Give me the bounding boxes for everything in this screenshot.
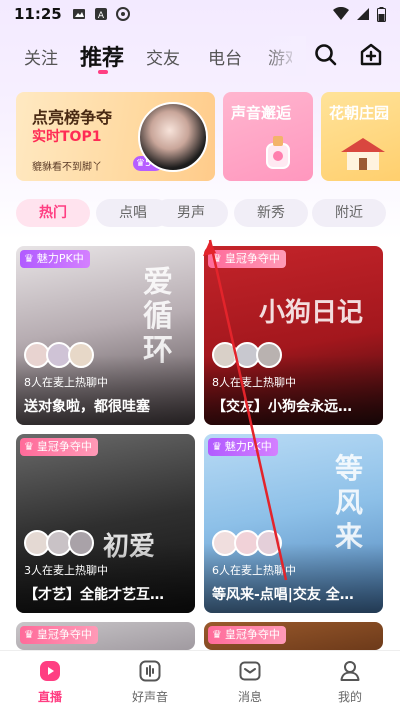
crown-icon: ♛ — [24, 252, 34, 265]
crown-icon: ♛ — [24, 440, 34, 453]
tab-radio[interactable]: 电台 — [208, 44, 242, 69]
image-notification-icon — [72, 9, 85, 19]
room-title: 等风来-点唱|交友 全… — [212, 587, 354, 603]
chip-hot[interactable]: 热门 — [16, 199, 90, 227]
banner-avatar — [138, 102, 208, 172]
banner-title: 点亮榜争夺 — [32, 108, 113, 127]
voice-encounter-title: 声音邂逅 — [231, 104, 292, 122]
crown-icon: ♛ — [24, 628, 34, 641]
room-art-title: 爱循环 — [143, 265, 173, 368]
tabs-fade — [262, 36, 306, 76]
room-card[interactable]: 小狗日记 ♛ 皇冠争夺中 8人在麦上热聊中 【交友】小狗会永远… — [204, 246, 383, 425]
ranking-banner[interactable]: 点亮榜争夺 实时TOP1 貔貅看不到脚丫 ♛54 — [16, 92, 215, 181]
tab-recommend[interactable]: 推荐 — [80, 40, 124, 72]
room-card[interactable]: 等风来 ♛ 魅力PK中 6人在麦上热聊中 等风来-点唱|交友 全… — [204, 434, 383, 613]
chip-nearby[interactable]: 附近 — [312, 199, 386, 227]
room-art-title: 小狗日记 — [258, 298, 363, 328]
badge-label: 魅力PK中 — [36, 252, 84, 265]
top-nav: 关注 推荐 交友 电台 游戏 — [0, 36, 400, 76]
sync-notification-icon — [115, 7, 130, 21]
tab-label: 好声音 — [131, 690, 168, 704]
badge-label: 魅力PK中 — [224, 440, 272, 453]
wifi-icon — [333, 7, 349, 20]
mic-count: 6人在麦上热聊中 — [212, 564, 296, 577]
room-title: 【交友】小狗会永远… — [212, 399, 352, 415]
mic-count: 8人在麦上热聊中 — [24, 376, 108, 389]
status-time: 11:25 — [14, 5, 62, 23]
room-card[interactable]: ♛ 皇冠争夺中 — [16, 622, 195, 650]
tab-follow[interactable]: 关注 — [24, 44, 58, 69]
room-title: 【才艺】全能才艺互… — [24, 587, 164, 603]
pk-status-badge: ♛ 魅力PK中 — [20, 250, 90, 268]
manor-icon — [341, 138, 385, 170]
banner-user-name: 貔貅看不到脚丫 — [32, 162, 102, 173]
badge-label: 皇冠争夺中 — [36, 440, 92, 453]
crown-status-badge: ♛ 皇冠争夺中 — [208, 250, 286, 268]
bottom-tab-bar: 直播 好声音 消息 我的 — [0, 650, 400, 711]
active-tab-indicator — [98, 70, 108, 74]
app-notification-icon: A — [94, 8, 107, 21]
signal-icon — [357, 8, 369, 20]
avatar — [256, 342, 282, 368]
avatar — [68, 342, 94, 368]
badge-label: 皇冠争夺中 — [224, 628, 280, 641]
chip-new-star[interactable]: 新秀 — [234, 199, 308, 227]
room-card[interactable]: 爱循环 ♛ 魅力PK中 8人在麦上热聊中 送对象啦，都很哇塞 — [16, 246, 195, 425]
avatar — [256, 530, 282, 556]
voice-wave-icon — [139, 660, 161, 682]
filter-chips: 热门 点唱 男声 新秀 附近 — [16, 199, 400, 229]
tab-live[interactable]: 直播 — [10, 659, 90, 705]
voice-encounter-card[interactable]: 声音邂逅 — [223, 92, 313, 181]
message-icon — [239, 661, 261, 681]
room-card[interactable]: 初爱 ♛皇冠争夺中 3人在麦上热聊中 【才艺】全能才艺互… — [16, 434, 195, 613]
badge-label: 皇冠争夺中 — [36, 628, 92, 641]
tab-messages[interactable]: 消息 — [210, 659, 290, 705]
flower-manor-title: 花朝庄园 — [329, 104, 390, 122]
profile-icon — [340, 661, 360, 681]
pk-status-badge: ♛ 魅力PK中 — [208, 438, 278, 456]
crown-status-badge: ♛ 皇冠争夺中 — [20, 626, 98, 644]
flower-manor-card[interactable]: 花朝庄园 — [321, 92, 400, 181]
mic-count: 3人在麦上热聊中 — [24, 564, 108, 577]
crown-icon: ♛ — [212, 252, 222, 265]
room-art-title: 等风来 — [335, 452, 364, 553]
tab-label: 直播 — [37, 690, 62, 704]
add-room-icon[interactable] — [358, 42, 384, 68]
battery-icon — [377, 6, 386, 22]
tab-label: 消息 — [237, 690, 262, 704]
search-icon[interactable] — [313, 42, 339, 68]
badge-label: 皇冠争夺中 — [224, 252, 280, 265]
bottle-icon — [266, 136, 290, 169]
status-bar: 11:25 A — [0, 0, 400, 28]
avatar — [68, 530, 94, 556]
room-card[interactable]: ♛ 皇冠争夺中 — [204, 622, 383, 650]
room-title: 送对象啦，都很哇塞 — [24, 399, 150, 415]
tab-make-friends[interactable]: 交友 — [146, 44, 180, 69]
chip-male-voice[interactable]: 男声 — [154, 199, 228, 227]
svg-text:A: A — [98, 11, 105, 21]
tab-mine[interactable]: 我的 — [310, 659, 390, 705]
banner-subtitle: 实时TOP1 — [32, 129, 102, 145]
crown-icon: ♛ — [212, 628, 222, 641]
live-play-icon — [40, 661, 60, 681]
crown-status-badge: ♛ 皇冠争夺中 — [20, 438, 98, 456]
tab-good-voice[interactable]: 好声音 — [110, 659, 190, 705]
crown-status-badge: ♛ 皇冠争夺中 — [208, 626, 286, 644]
tab-label: 我的 — [337, 690, 362, 704]
crown-icon: ♛ — [212, 440, 222, 453]
mic-count: 8人在麦上热聊中 — [212, 376, 296, 389]
